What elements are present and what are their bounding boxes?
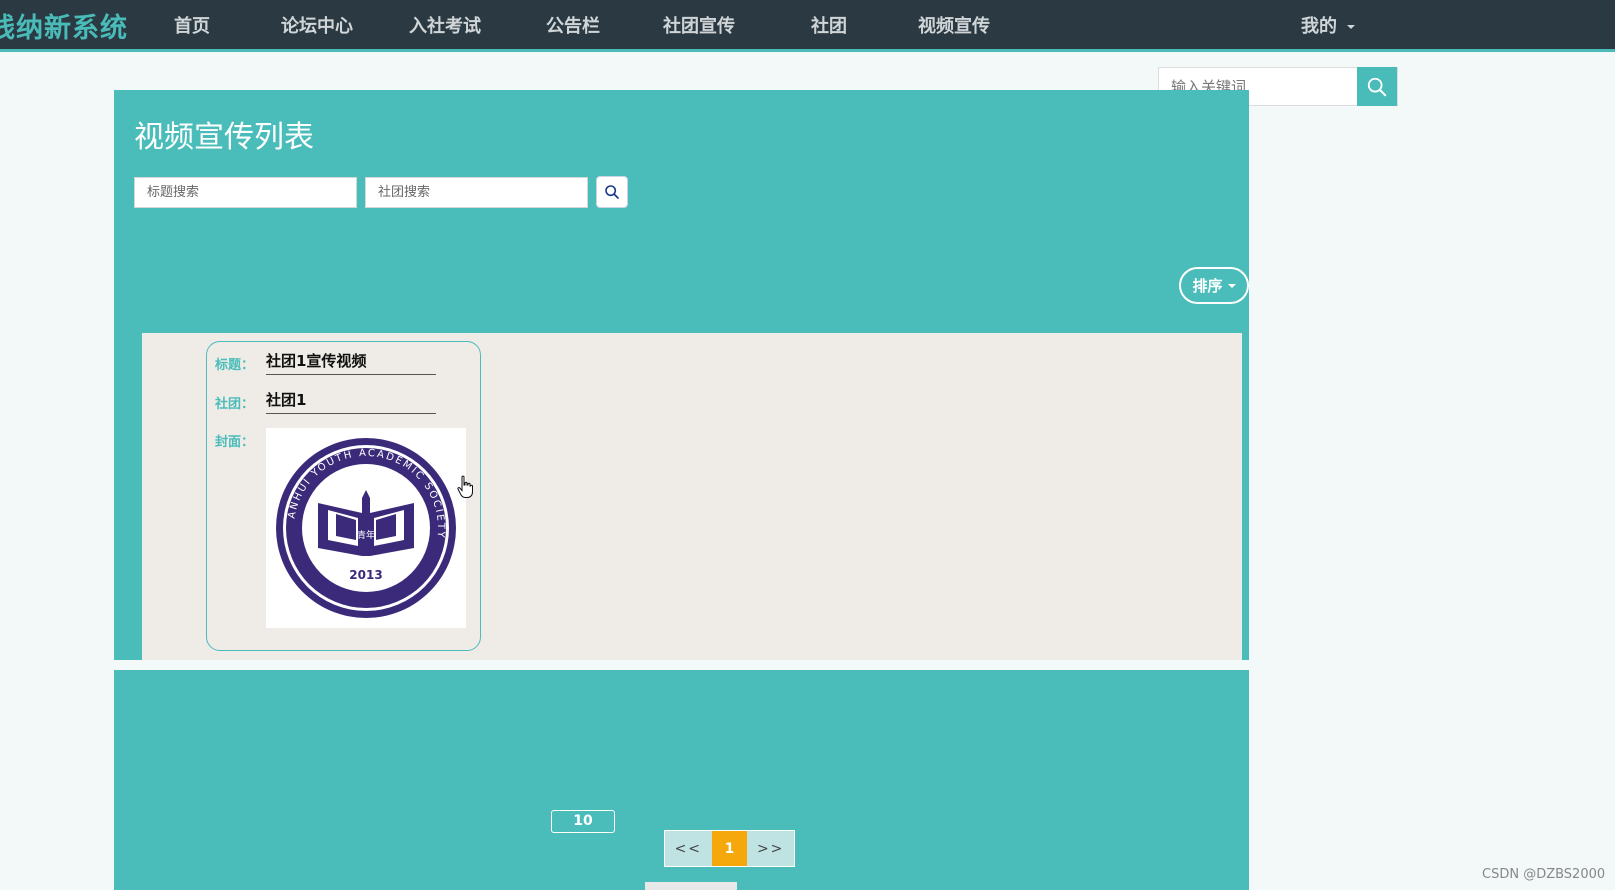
keyword-search-button[interactable] — [1357, 67, 1397, 106]
next-page-button[interactable]: >> — [747, 831, 794, 866]
filter-search-button[interactable] — [596, 176, 628, 208]
current-page-button[interactable]: 1 — [711, 831, 748, 866]
nav-item-club-promo[interactable]: 社团宣传 — [663, 12, 735, 37]
chevron-down-icon — [1227, 283, 1236, 288]
site-brand[interactable]: 线纳新系统 — [0, 6, 128, 45]
video-list-panel: 视频宣传列表 排序 标题： 社团1宣传视频 社团： 社团1 封面： — [114, 90, 1249, 660]
watermark: CSDN @DZBS2000 — [1482, 867, 1606, 882]
top-nav-bar: 线纳新系统 首页 论坛中心 入社考试 公告栏 社团宣传 社团 视频宣传 我的 — [0, 0, 1615, 52]
cover-field-label: 封面： — [215, 435, 255, 450]
page-info-strip — [645, 882, 737, 890]
search-icon — [605, 185, 619, 199]
pager: << 1 >> — [664, 830, 795, 867]
sort-button-label: 排序 — [1192, 277, 1223, 295]
cover-image[interactable]: ANHUI YOUTH ACADEMIC SOCIETY 青年 2013 — [266, 428, 466, 628]
nav-item-notice[interactable]: 公告栏 — [546, 12, 600, 37]
video-card[interactable]: 标题： 社团1宣传视频 社团： 社团1 封面： ANHUI YOUTH ACAD… — [206, 341, 481, 651]
club-field-label: 社团： — [215, 397, 255, 412]
title-field-value: 社团1宣传视频 — [266, 349, 436, 375]
nav-item-exam[interactable]: 入社考试 — [409, 12, 481, 37]
sort-button[interactable]: 排序 — [1179, 267, 1249, 304]
title-field-label: 标题： — [215, 358, 255, 373]
nav-item-video-promo[interactable]: 视频宣传 — [918, 12, 990, 37]
user-menu[interactable]: 我的 — [1301, 12, 1355, 37]
search-icon — [1367, 77, 1387, 96]
logo-year: 2013 — [349, 568, 382, 582]
nav-item-forum[interactable]: 论坛中心 — [281, 12, 353, 37]
page-title: 视频宣传列表 — [134, 120, 314, 155]
nav-item-home[interactable]: 首页 — [174, 12, 210, 37]
hand-cursor-icon — [457, 475, 473, 498]
logo-center-text: 青年 — [357, 529, 375, 541]
nav-item-club[interactable]: 社团 — [811, 12, 847, 37]
video-list: 标题： 社团1宣传视频 社团： 社团1 封面： ANHUI YOUTH ACAD… — [142, 333, 1242, 660]
chevron-down-icon — [1347, 25, 1355, 29]
club-field-value: 社团1 — [266, 388, 436, 414]
user-menu-label: 我的 — [1301, 16, 1337, 37]
pagination-panel: 10 << 1 >> — [114, 670, 1249, 890]
prev-page-button[interactable]: << — [665, 831, 712, 866]
page-size-select[interactable]: 10 — [551, 810, 615, 833]
title-search-input[interactable] — [134, 177, 357, 208]
society-logo: ANHUI YOUTH ACADEMIC SOCIETY 青年 2013 — [276, 438, 456, 618]
club-search-input[interactable] — [365, 177, 588, 208]
